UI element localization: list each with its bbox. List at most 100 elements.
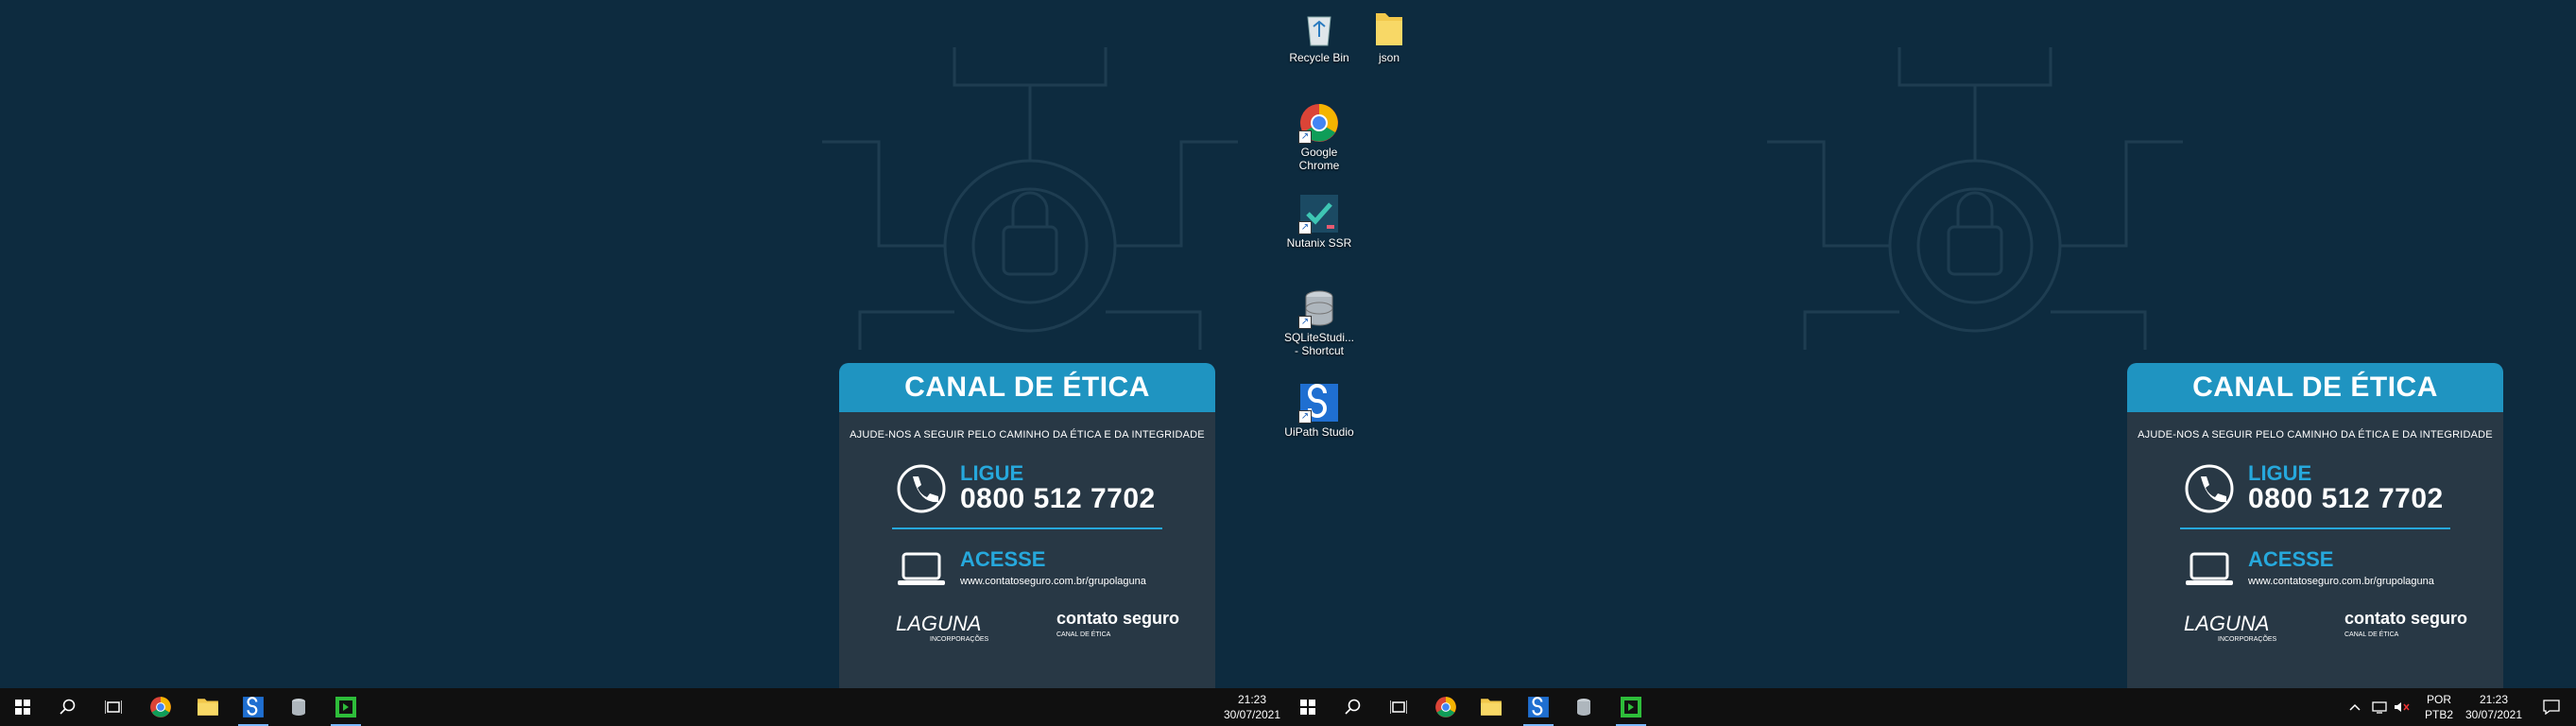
shortcut-arrow-icon: ↗ [1298,221,1312,234]
folder-icon [1481,699,1502,716]
desktop-icon-recycle-bin[interactable]: Recycle Bin [1283,8,1355,64]
call-row: LIGUE 0800 512 7702 [2184,463,2444,514]
desktop-icon-label: SQLiteStudi... - Shortcut [1283,331,1355,357]
volume-muted-icon [2395,702,2410,712]
chevron-up-icon [2349,703,2361,711]
chrome-icon [1435,697,1456,717]
desktop-icon-nutanix[interactable]: ↗ Nutanix SSR [1283,193,1355,250]
desktop-icon-label: Nutanix SSR [1286,236,1352,250]
desktop-icon-json[interactable]: json [1353,8,1425,64]
taskbar-sqlitestudio-2[interactable] [1561,688,1606,726]
phone-number: 0800 512 7702 [2248,483,2444,514]
taskbar-sqlitestudio[interactable] [276,688,321,726]
call-label: LIGUE [2248,461,2312,485]
web-row: ACESSE www.contatoseguro.com.br/grupolag… [896,543,1146,594]
windows-icon [15,700,30,715]
taskbar-uipath-2[interactable] [1516,688,1561,726]
divider [2180,527,2450,529]
laguna-logo: LAGUNA INCORPORAÇÕES [2184,611,2277,643]
phone-icon [2185,464,2234,513]
wallpaper-circuit-art [822,47,1238,350]
taskbar-media-app-2[interactable] [1608,688,1654,726]
desktop-icon-label: UiPath Studio [1284,425,1354,439]
laptop-icon [898,552,945,585]
laptop-icon [2186,552,2233,585]
windows-icon [1300,700,1315,715]
logos: LAGUNA INCORPORAÇÕES contato seguro CANAL … [2184,609,2467,643]
desktop-icon-chrome[interactable]: ↗ Google Chrome [1283,102,1355,172]
start-button-2[interactable] [1285,688,1331,726]
chrome-icon: ↗ [1298,102,1340,144]
language-indicator[interactable]: POR PTB2 [2415,692,2463,722]
task-view-icon [105,700,122,714]
url-text: www.contatoseguro.com.br/grupolaguna [960,576,1146,587]
search-icon [1345,699,1361,715]
tray-overflow[interactable] [2344,688,2366,726]
taskbar-chrome-2[interactable] [1423,688,1468,726]
desktop-icon-label: Recycle Bin [1289,51,1349,64]
phone-icon [897,464,946,513]
folder-icon [1368,8,1410,49]
web-row: ACESSE www.contatoseguro.com.br/grupolag… [2184,543,2434,594]
taskbar-media-app[interactable] [323,688,369,726]
green-media-icon [335,697,356,717]
web-label: ACESSE [2248,547,2334,571]
desktop-right: CANAL DE ÉTICA AJUDE-NOS A SEGUIR PELO C… [1288,0,2576,688]
ethics-card: CANAL DE ÉTICA AJUDE-NOS A SEGUIR PELO C… [839,363,1215,688]
web-label: ACESSE [960,547,1046,571]
clock-left[interactable]: 21:23 30/07/2021 [1219,692,1285,722]
card-title: CANAL DE ÉTICA [839,363,1215,412]
sqlite-icon: ↗ [1298,287,1340,329]
card-subtitle: AJUDE-NOS A SEGUIR PELO CAMINHO DA ÉTICA… [2138,429,2493,441]
phone-number: 0800 512 7702 [960,483,1156,514]
task-view-button[interactable] [91,688,136,726]
green-media-icon [1621,697,1641,717]
uipath-icon [1528,697,1549,717]
start-button[interactable] [0,688,45,726]
tray-network[interactable] [2368,688,2391,726]
ethics-card: CANAL DE ÉTICA AJUDE-NOS A SEGUIR PELO C… [2127,363,2503,688]
taskbar: 21:23 30/07/2021 POR PTB2 21:23 30/07/20… [0,688,2576,726]
tray-volume[interactable] [2391,688,2413,726]
uipath-icon [243,697,264,717]
sqlite-icon [292,699,305,716]
call-row: LIGUE 0800 512 7702 [896,463,1156,514]
taskbar-file-explorer-2[interactable] [1468,688,1514,726]
call-label: LIGUE [960,461,1024,485]
wallpaper-circuit-art [1767,47,2183,350]
task-view-button-2[interactable] [1376,688,1421,726]
network-icon [2372,701,2387,714]
task-view-icon [1390,700,1407,714]
shortcut-arrow-icon: ↗ [1298,316,1312,329]
recycle-bin-icon [1298,8,1340,49]
shortcut-arrow-icon: ↗ [1298,130,1312,144]
desktop-icon-sqlitestudio[interactable]: ↗ SQLiteStudi... - Shortcut [1283,287,1355,357]
card-title: CANAL DE ÉTICA [2127,363,2503,412]
taskbar-uipath[interactable] [231,688,276,726]
nutanix-icon: ↗ [1298,193,1340,234]
logos: LAGUNA INCORPORAÇÕES contato seguro CANAL … [896,609,1179,643]
desktop-icon-uipath[interactable]: ↗ UiPath Studio [1283,382,1355,439]
clock-right[interactable]: 21:23 30/07/2021 [2461,692,2527,722]
desktop-icon-label: json [1378,51,1400,64]
card-subtitle: AJUDE-NOS A SEGUIR PELO CAMINHO DA ÉTICA… [850,429,1205,441]
notification-icon [2543,700,2560,715]
desktop-left: CANAL DE ÉTICA AJUDE-NOS A SEGUIR PELO C… [0,0,1288,688]
contato-seguro-logo: contato seguro CANAL DE ÉTICA [1056,609,1179,638]
folder-icon [197,699,218,716]
shortcut-arrow-icon: ↗ [1298,410,1312,424]
divider [892,527,1162,529]
taskbar-file-explorer[interactable] [185,688,231,726]
desktop-icon-label: Google Chrome [1298,146,1340,172]
uipath-icon: ↗ [1298,382,1340,424]
action-center-button[interactable] [2533,688,2570,726]
url-text: www.contatoseguro.com.br/grupolaguna [2248,576,2434,587]
laguna-logo: LAGUNA INCORPORAÇÕES [896,611,989,643]
search-icon [60,699,76,715]
sqlite-icon [1577,699,1590,716]
chrome-icon [150,697,171,717]
taskbar-chrome[interactable] [138,688,183,726]
search-button-2[interactable] [1331,688,1376,726]
search-button[interactable] [45,688,91,726]
contato-seguro-logo: contato seguro CANAL DE ÉTICA [2344,609,2467,638]
